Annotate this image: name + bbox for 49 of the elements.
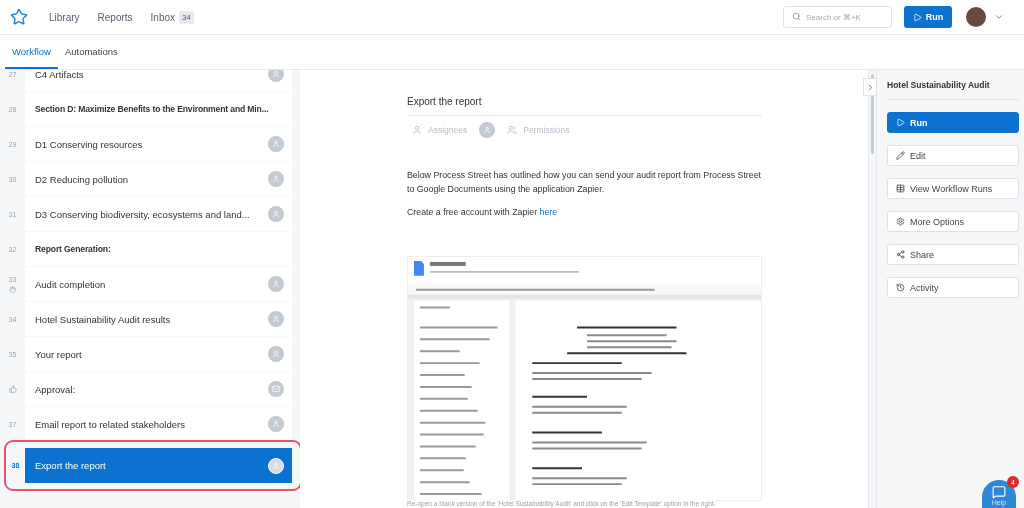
tab[interactable]: Automations	[57, 35, 125, 69]
pencil-icon	[896, 151, 905, 160]
task-item[interactable]: Email report to related stakeholders	[25, 407, 292, 441]
task-item[interactable]: D3 Conserving biodiversity, ecosystems and land...	[25, 197, 292, 231]
nav-link[interactable]: Reports	[90, 11, 140, 23]
paragraph: Below Process Street has outlined how you can send your audit report from Process Street to Google Documents using the application Zapier.	[407, 169, 762, 196]
action-button[interactable]: Run	[887, 112, 1019, 133]
thumbs-up-icon	[8, 385, 17, 393]
hand-icon	[9, 285, 16, 293]
history-icon	[896, 283, 905, 292]
task-item[interactable]: D1 Conserving resources	[25, 127, 292, 161]
envelope-icon[interactable]	[268, 381, 284, 397]
task-item[interactable]: Report Generation:	[25, 232, 292, 266]
task-item[interactable]: Hotel Sustainability Audit results	[25, 302, 292, 336]
search-icon	[792, 12, 801, 21]
assignee-icon[interactable]	[268, 457, 284, 474]
table-icon	[896, 184, 905, 193]
nav-link[interactable]: Inbox 34	[143, 10, 201, 24]
chevron-down-icon[interactable]	[994, 12, 1004, 22]
task-item[interactable]: Export the report	[25, 448, 292, 483]
chat-icon	[992, 485, 1006, 499]
action-button[interactable]: View Workflow Runs	[887, 178, 1019, 199]
count-badge: 34	[179, 10, 194, 24]
task-item[interactable]: D2 Reducing pollution	[25, 162, 292, 196]
users-icon	[507, 125, 518, 135]
collapse-button[interactable]	[863, 78, 877, 96]
paragraph: Create a free account with Zapier here	[407, 206, 559, 219]
task-item[interactable]: C4 Artifacts	[25, 70, 292, 91]
task-item[interactable]: Section D: Maximize Benefits to the Environment and Min...	[25, 92, 292, 126]
settings-icon	[896, 217, 905, 226]
play-icon	[896, 118, 905, 127]
share-icon	[896, 250, 905, 259]
task-item[interactable]: Your report	[25, 337, 292, 371]
action-button[interactable]: Edit	[887, 145, 1019, 166]
task-item[interactable]: Approval:	[25, 372, 292, 406]
action-button[interactable]: Activity	[887, 277, 1019, 298]
logo-icon[interactable]	[10, 8, 28, 26]
user-icon	[412, 125, 422, 135]
task-item[interactable]: Audit completion	[25, 267, 292, 301]
action-button[interactable]: More Options	[887, 211, 1019, 232]
task-title: Export the report	[407, 96, 762, 116]
play-icon	[912, 12, 922, 22]
nav-link[interactable]: Library	[42, 11, 87, 23]
user-avatar[interactable]	[966, 7, 986, 27]
panel-title: Hotel Sustainability Audit	[887, 80, 1019, 100]
action-button[interactable]: Share	[887, 244, 1019, 265]
search-field[interactable]: Search or ⌘+K	[783, 6, 892, 28]
run-button[interactable]: Run	[904, 6, 952, 28]
here-link[interactable]: here	[539, 207, 558, 217]
